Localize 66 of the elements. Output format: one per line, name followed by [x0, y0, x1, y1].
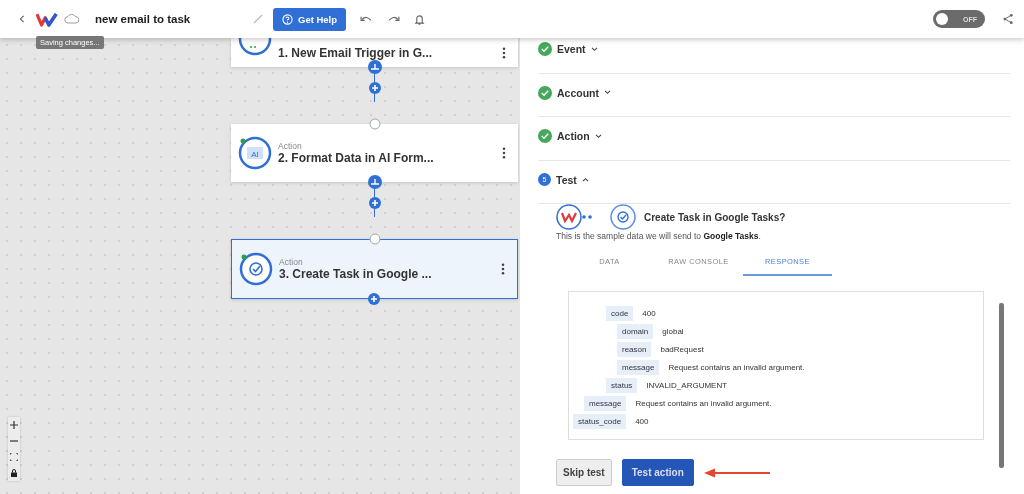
response-key: status: [606, 378, 638, 393]
back-icon[interactable]: [18, 14, 26, 24]
response-key: message: [584, 396, 627, 411]
dots-icon: [582, 215, 592, 219]
step-title: 1. New Email Trigger in G...: [278, 45, 434, 60]
help-icon: [282, 13, 293, 25]
add-step-button[interactable]: [368, 197, 381, 209]
connector-dot-icon: [368, 233, 381, 245]
lock-icon[interactable]: [10, 469, 18, 477]
app-logo-icon: [556, 204, 582, 230]
response-key: reason: [617, 342, 652, 357]
add-step-button[interactable]: [368, 293, 380, 305]
check-icon: [538, 42, 552, 57]
response-value: 400: [635, 417, 649, 426]
check-icon: [538, 129, 552, 144]
response-key: message: [617, 360, 660, 375]
step-icon: [239, 252, 273, 286]
step-icon: AI: [238, 136, 272, 170]
logo-icon: [36, 11, 58, 27]
connector-dot-icon: [368, 118, 381, 130]
response-value: Request contains an invalid argument.: [635, 399, 772, 408]
zoom-in-icon[interactable]: [10, 421, 18, 429]
chevron-icon: [594, 133, 602, 139]
action-button[interactable]: Test action: [621, 459, 694, 486]
add-step-button[interactable]: [368, 82, 381, 94]
response-key: domain: [617, 324, 654, 339]
step-card[interactable]: AI Action 2. Format Data in AI Form...: [231, 124, 518, 182]
action-button[interactable]: Skip test: [556, 459, 612, 486]
drag-handle-icon[interactable]: [367, 175, 382, 189]
zoom-out-icon[interactable]: [10, 437, 18, 445]
step-card[interactable]: Action 3. Create Task in Google ...: [231, 239, 518, 299]
section-header[interactable]: Account: [538, 85, 611, 100]
step-card[interactable]: 1. New Email Trigger in G...: [231, 38, 518, 67]
step-title: 2. Format Data in AI Form...: [278, 151, 435, 165]
fit-view-icon[interactable]: [10, 453, 18, 461]
bell-icon[interactable]: [414, 12, 426, 26]
more-icon[interactable]: [502, 46, 506, 59]
share-icon[interactable]: [1003, 13, 1014, 25]
annotation-arrow: [703, 467, 770, 478]
response-value: Request contains an invalid argument.: [668, 363, 805, 372]
cloud-icon: [64, 14, 80, 24]
undo-icon[interactable]: [360, 14, 374, 24]
more-icon[interactable]: [501, 263, 505, 275]
chevron-icon: [581, 177, 589, 183]
test-description: This is the sample data we will send to Google Tasks.: [556, 231, 762, 241]
more-icon[interactable]: [502, 147, 506, 159]
response-value: badRequest: [660, 345, 704, 354]
get-help-button[interactable]: Get Help: [273, 7, 347, 31]
drag-handle-icon[interactable]: [367, 60, 382, 74]
test-title: Create Task in Google Tasks?: [644, 211, 786, 223]
check-icon: [538, 85, 552, 100]
step-title: 3. Create Task in Google ...: [279, 267, 433, 281]
redo-icon[interactable]: [387, 14, 401, 24]
task-app-icon: [610, 204, 636, 230]
response-value: global: [662, 327, 684, 336]
section-header[interactable]: Event: [538, 42, 598, 57]
step-type: Action: [278, 141, 303, 151]
workflow-title: new email to task: [95, 13, 192, 25]
chevron-icon: [590, 46, 598, 52]
response-value: 400: [642, 309, 656, 318]
response-key: status_code: [573, 414, 627, 429]
section-header[interactable]: Action: [538, 129, 602, 144]
response-value: INVALID_ARGUMENT: [646, 381, 728, 390]
step-type: Action: [279, 257, 304, 267]
chevron-icon: [604, 90, 611, 96]
response-key: code: [606, 306, 634, 321]
